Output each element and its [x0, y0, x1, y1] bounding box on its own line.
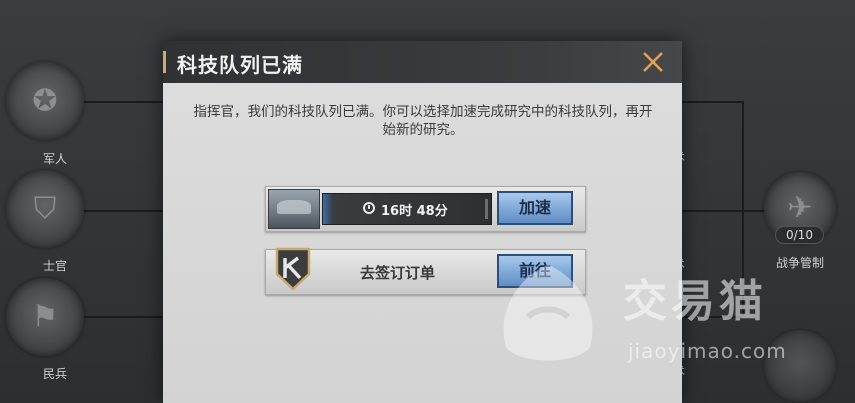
tree-connector	[682, 101, 742, 103]
tree-node-officer[interactable]: ⛉	[6, 170, 84, 248]
tree-connector	[682, 210, 767, 212]
remaining-time: 16时 48分	[381, 204, 448, 219]
militia-icon: ⚑	[31, 299, 59, 335]
tree-node-label: 民兵	[42, 367, 67, 381]
cat-logo-icon	[503, 265, 593, 361]
soldier-icon: ✪	[32, 83, 58, 119]
officer-icon: ⛉	[33, 191, 57, 227]
bar-bracket	[485, 199, 488, 219]
watermark: 交易猫 jiaoyimao.com	[488, 257, 818, 367]
tree-connector	[80, 101, 165, 103]
close-icon	[643, 52, 663, 72]
dialog-message: 指挥官，我们的科技队列已满。你可以选择加速完成研究中的科技队列，再开始新的研究。	[193, 104, 653, 138]
k-emblem-icon	[275, 247, 311, 291]
speedup-button[interactable]: 加速	[497, 191, 573, 225]
tree-node-soldier[interactable]: ✪	[6, 62, 84, 140]
tree-node-label: 士官	[42, 259, 67, 273]
clock-icon	[363, 202, 375, 214]
research-thumbnail	[268, 189, 320, 229]
orders-label: 去签订订单	[360, 264, 436, 282]
research-progress-bar: 16时 48分	[322, 193, 492, 225]
tree-node-militia[interactable]: ⚑	[6, 278, 84, 356]
title-accent	[163, 51, 166, 73]
tree-connector	[80, 316, 165, 318]
tree-node-label: 军人	[42, 152, 67, 166]
speedup-option: 16时 48分 加速	[265, 186, 586, 232]
dialog-header: 科技队列已满	[163, 41, 682, 83]
watermark-brand: 交易猫	[623, 276, 767, 327]
dialog-title: 科技队列已满	[177, 53, 303, 77]
progress-counter: 0/10	[775, 226, 824, 244]
close-button[interactable]	[638, 47, 668, 77]
war-control-icon: ✈	[787, 190, 813, 226]
watermark-site: jiaoyimao.com	[628, 339, 787, 363]
tree-connector	[80, 210, 165, 212]
